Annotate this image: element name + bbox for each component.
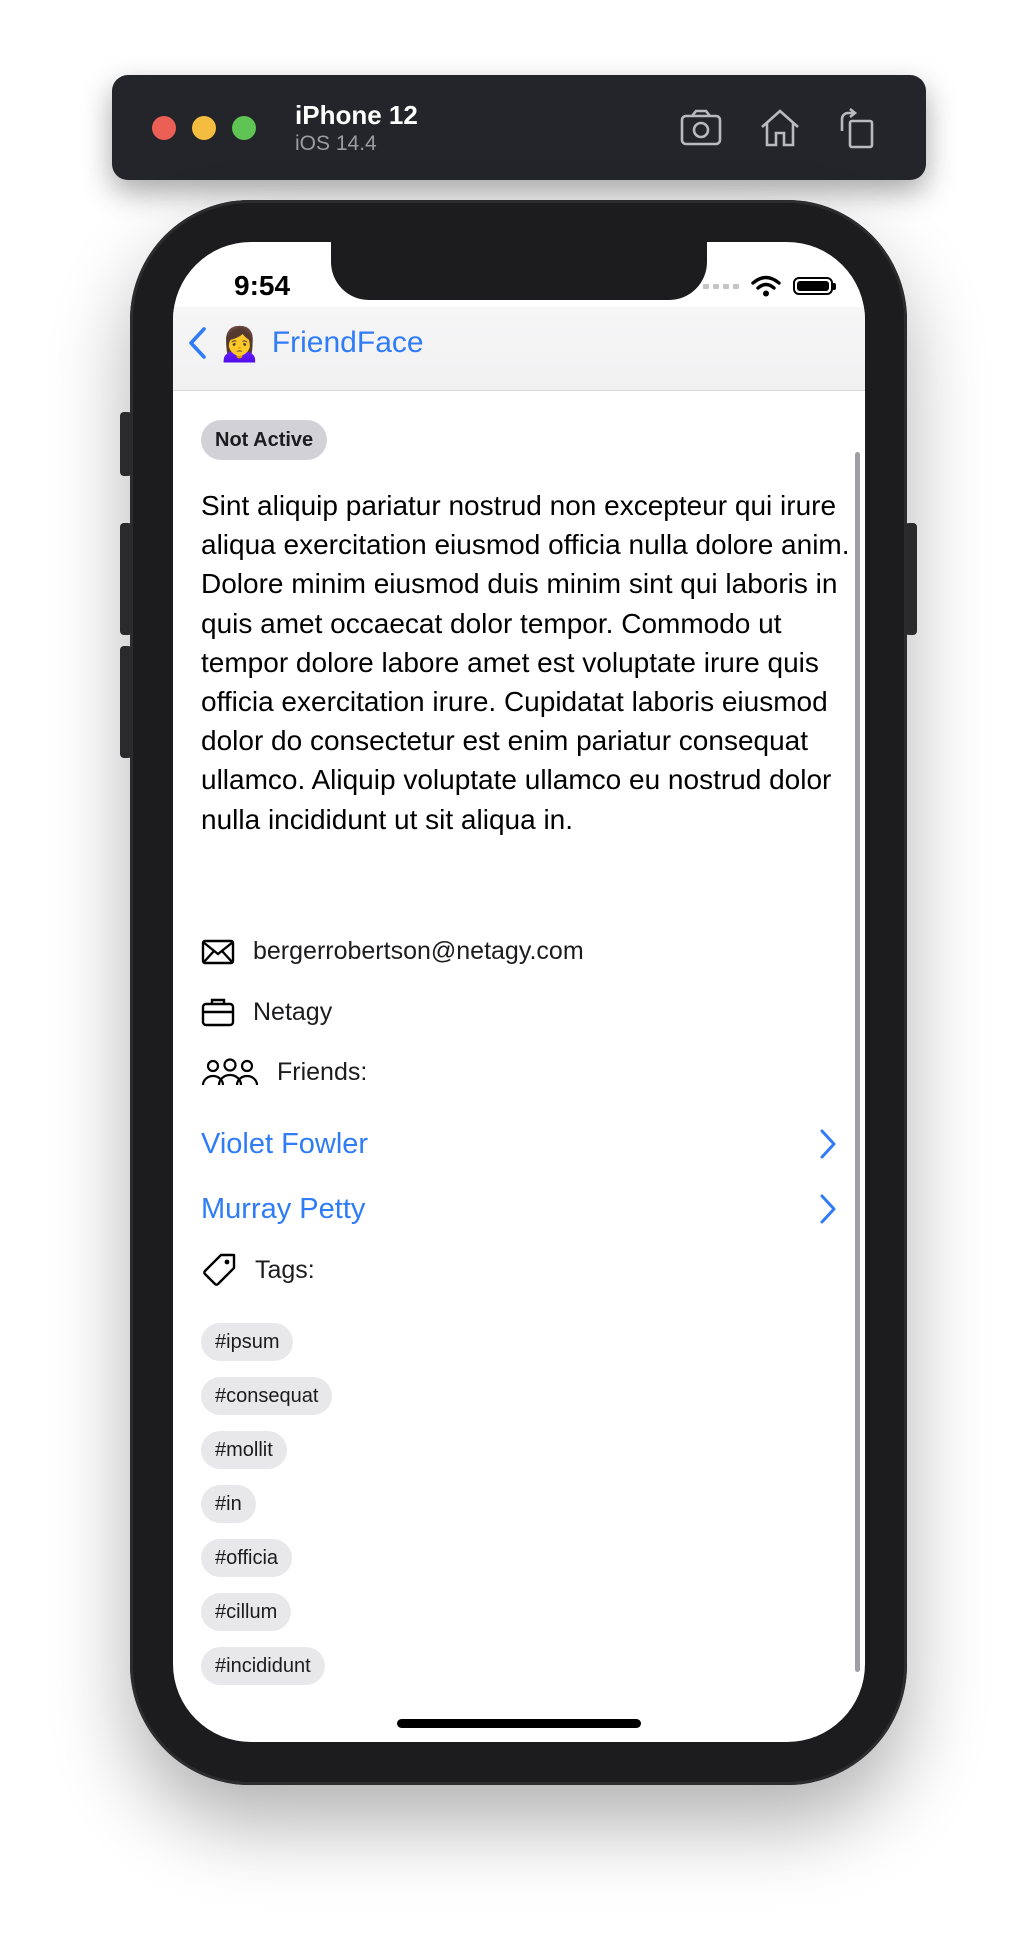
tag-chip[interactable]: #consequat	[201, 1377, 333, 1415]
navigation-bar: 🙍‍♀️ FriendFace	[173, 307, 865, 391]
friends-header: Friends:	[201, 1057, 367, 1087]
battery-icon	[793, 277, 836, 295]
home-icon[interactable]	[757, 105, 803, 151]
tag-chip[interactable]: #ipsum	[201, 1323, 294, 1361]
friend-name: Violet Fowler	[201, 1127, 369, 1160]
tag-icon	[203, 1253, 236, 1286]
status-time: 9:54	[234, 270, 291, 301]
home-indicator[interactable]	[397, 1719, 641, 1728]
company-row: Netagy	[201, 997, 332, 1027]
phone-screen: 9:54 🙍‍♀️ FriendFace Not Active Sint ali…	[173, 242, 865, 1742]
minimize-window-button[interactable]	[192, 116, 216, 140]
email-row: bergerrobertson@netagy.com	[201, 937, 584, 966]
simulator-toolbar: iPhone 12 iOS 14.4	[112, 75, 926, 180]
power-button	[905, 523, 917, 635]
volume-up-button	[120, 523, 132, 635]
status-indicators	[703, 274, 836, 298]
volume-down-button	[120, 646, 132, 758]
tags-header: Tags:	[201, 1252, 315, 1288]
briefcase-icon	[201, 998, 235, 1027]
close-window-button[interactable]	[152, 116, 176, 140]
back-button[interactable]: 🙍‍♀️ FriendFace	[187, 325, 424, 361]
device-name: iPhone 12	[295, 100, 418, 130]
tag-chip[interactable]: #cillum	[201, 1593, 292, 1631]
envelope-icon	[201, 939, 235, 964]
os-version: iOS 14.4	[295, 132, 377, 155]
notch	[331, 242, 707, 300]
tag-chip[interactable]: #mollit	[201, 1431, 287, 1469]
cellular-signal-icon	[703, 283, 739, 289]
status-badge: Not Active	[201, 420, 328, 460]
friends-label: Friends:	[277, 1057, 368, 1086]
friend-row[interactable]: Violet Fowler	[201, 1122, 837, 1166]
chevron-right-icon	[820, 1129, 836, 1159]
friend-name: Murray Petty	[201, 1192, 366, 1225]
rotate-icon[interactable]	[834, 105, 880, 151]
tag-chip[interactable]: #incididunt	[201, 1647, 325, 1685]
back-emoji: 🙍‍♀️	[217, 322, 262, 363]
wifi-icon	[751, 275, 781, 297]
tags-label: Tags:	[255, 1255, 315, 1284]
screenshot-icon[interactable]	[678, 105, 724, 151]
company-text: Netagy	[253, 997, 333, 1026]
tag-chip[interactable]: #officia	[201, 1539, 293, 1577]
zoom-window-button[interactable]	[232, 116, 256, 140]
scrollbar[interactable]	[855, 452, 860, 1672]
friend-row[interactable]: Murray Petty	[201, 1187, 837, 1231]
mute-switch	[120, 412, 132, 476]
chevron-left-icon	[189, 327, 206, 359]
about-text: Sint aliquip pariatur nostrud non except…	[201, 490, 850, 835]
back-title: FriendFace	[271, 326, 424, 359]
people-icon	[201, 1058, 259, 1086]
chevron-right-icon	[820, 1194, 836, 1224]
tag-chip[interactable]: #in	[201, 1485, 256, 1523]
user-detail-scroll[interactable]: Not Active Sint aliquip pariatur nostrud…	[173, 390, 865, 1742]
email-text: bergerrobertson@netagy.com	[253, 937, 584, 965]
